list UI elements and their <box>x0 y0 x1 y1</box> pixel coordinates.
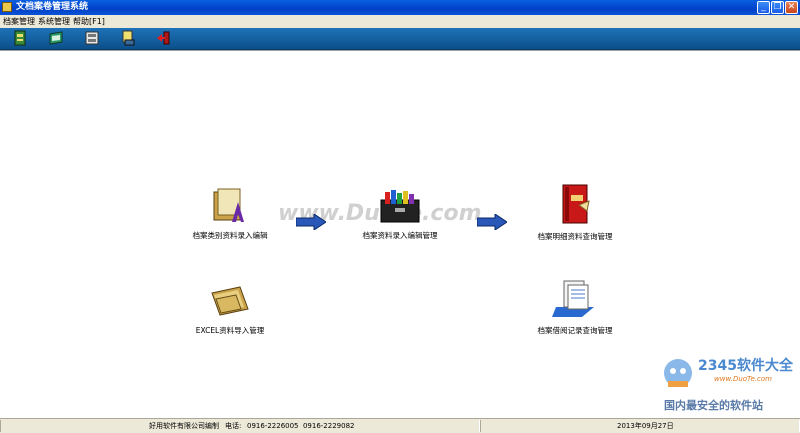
app-icon <box>2 2 12 12</box>
title-bar: 文档案卷管理系统 _ ❐ ✕ <box>0 0 800 15</box>
book-icon[interactable] <box>48 30 64 46</box>
red-book-icon <box>562 184 590 224</box>
file-box-icon <box>380 190 420 223</box>
arrow-right-icon <box>296 214 326 230</box>
document-scan-icon[interactable] <box>120 30 136 46</box>
data-entry-label: 档案资料录入编辑管理 <box>362 231 438 240</box>
detail-query-label: 档案明细资料查询管理 <box>537 232 613 241</box>
menu-archive[interactable]: 档案管理 <box>3 16 35 27</box>
folders-stack-icon <box>211 286 249 316</box>
window-title: 文档案卷管理系统 <box>16 2 89 12</box>
status-date: 2013年09月27日 <box>617 422 674 430</box>
phone-label: 电话: <box>225 422 242 430</box>
exit-icon[interactable] <box>156 30 172 46</box>
category-entry-label: 档案类别资料录入编辑 <box>192 231 268 240</box>
category-entry-shortcut[interactable]: 档案类别资料录入编辑 <box>170 186 290 241</box>
excel-import-shortcut[interactable]: EXCEL资料导入管理 <box>170 281 290 336</box>
menu-system[interactable]: 系统管理 <box>38 16 70 27</box>
detail-query-shortcut[interactable]: 档案明细资料查询管理 <box>515 183 635 242</box>
arrow-right-icon <box>477 214 507 230</box>
excel-import-label: EXCEL资料导入管理 <box>195 326 265 335</box>
toolbar <box>0 28 800 50</box>
data-entry-shortcut[interactable]: 档案资料录入编辑管理 <box>340 186 460 241</box>
brand-url: www.DuoTe.com <box>714 375 772 383</box>
folder-letter-icon <box>213 188 244 222</box>
main-workspace: www.DuoTe.com 档案类别资料录入编辑 档案资料录入编辑管理 档案明细… <box>0 50 800 418</box>
documents-icon <box>552 280 594 317</box>
mascot-icon <box>664 359 692 387</box>
brand-name: 2345软件大全 <box>698 358 793 374</box>
status-info-cell: 好用软件有限公司编制 电话: 0916-2226005 0916-2229082 <box>0 420 480 432</box>
maximize-button[interactable]: ❐ <box>771 1 784 14</box>
binder-icon[interactable] <box>12 30 28 46</box>
minimize-button[interactable]: _ <box>757 1 770 14</box>
close-button[interactable]: ✕ <box>785 1 798 14</box>
brand-slogan: 国内最安全的软件站 <box>664 399 763 412</box>
borrow-query-shortcut[interactable]: 档案借阅记录查询管理 <box>515 277 635 336</box>
brand-watermark: 2345软件大全 www.DuoTe.com 国内最安全的软件站 <box>658 351 798 413</box>
menu-bar: 档案管理 系统管理 帮助[F1] <box>0 15 800 28</box>
status-date-cell: 2013年09月27日 <box>480 420 800 432</box>
menu-help[interactable]: 帮助[F1] <box>73 16 105 27</box>
cabinet-icon[interactable] <box>84 30 100 46</box>
phone-numbers: 0916-2226005 0916-2229082 <box>247 422 355 430</box>
company-name: 好用软件有限公司编制 <box>149 422 219 430</box>
borrow-query-label: 档案借阅记录查询管理 <box>537 326 613 335</box>
status-bar: 好用软件有限公司编制 电话: 0916-2226005 0916-2229082… <box>0 418 800 433</box>
